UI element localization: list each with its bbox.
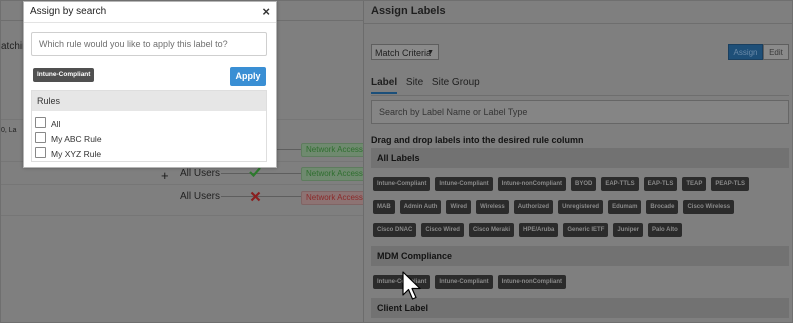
label-tabs: Label Site Site Group xyxy=(371,77,486,94)
assign-by-search-dialog: Assign by search × Which rule would you … xyxy=(23,1,277,168)
mouse-cursor-icon xyxy=(402,271,421,300)
label-tag[interactable]: Intune-nonCompliant xyxy=(497,177,566,191)
assign-mode-button[interactable]: Assign xyxy=(728,44,763,60)
section-mdm-compliance[interactable]: MDM Compliance xyxy=(371,246,789,266)
label-tag[interactable]: Intune-Compliant xyxy=(373,177,431,191)
label-tag[interactable]: Wireless xyxy=(476,200,509,214)
rules-list: Rules All My ABC Rule My XYZ Rule xyxy=(31,90,267,162)
label-tag[interactable]: Palo Alto xyxy=(648,223,682,237)
label-tag[interactable]: TEAP xyxy=(682,177,707,191)
background-small-label: 0, La xyxy=(1,127,17,134)
label-tag[interactable]: HPE/Aruba xyxy=(519,223,559,237)
label-tag[interactable]: Wired xyxy=(446,200,472,214)
rule-user: All Users xyxy=(180,168,221,179)
dialog-title: Assign by search xyxy=(30,6,107,17)
selected-label-tag: Intune-Compliant xyxy=(33,68,95,82)
label-tag[interactable]: Cisco DNAC xyxy=(373,223,417,237)
section-all-labels[interactable]: All Labels xyxy=(371,148,789,168)
assign-labels-panel: Assign Labels Match Criteria ▼ Assign Ed… xyxy=(363,1,792,322)
match-criteria-label: Match Criteria xyxy=(375,48,432,58)
label-row: Cisco DNAC Cisco Wired Cisco Meraki HPE/Aru… xyxy=(373,223,687,237)
tab-site[interactable]: Site xyxy=(406,77,423,88)
label-tag[interactable]: EAP-TLS xyxy=(643,177,678,191)
apply-button[interactable]: Apply xyxy=(230,67,266,86)
rule-user: All Users xyxy=(180,191,221,202)
label-row: Intune-Compliant Intune-Compliant Intune-n… xyxy=(373,177,754,191)
match-criteria-dropdown[interactable]: Match Criteria ▼ xyxy=(371,44,439,60)
label-tag[interactable]: BYOD xyxy=(570,177,597,191)
label-tag[interactable]: Authorized xyxy=(513,200,554,214)
checkbox[interactable] xyxy=(35,147,46,158)
label-tag[interactable]: Unregistered xyxy=(558,200,604,214)
label-tag[interactable]: Cisco Wireless xyxy=(683,200,735,214)
edit-mode-button[interactable]: Edit xyxy=(763,44,789,60)
label-tag[interactable]: Admin Auth xyxy=(399,200,442,214)
label-tag[interactable]: Juniper xyxy=(613,223,644,237)
tab-label[interactable]: Label xyxy=(371,77,398,94)
label-tag[interactable]: Intune-Compliant xyxy=(435,177,493,191)
rule-search-input[interactable]: Which rule would you like to apply this … xyxy=(31,32,267,56)
label-row: MAB Admin Auth Wired Wireless Authorized Unre… xyxy=(373,200,739,214)
panel-title: Assign Labels xyxy=(371,5,446,17)
label-tag[interactable]: Intune-Compliant xyxy=(435,275,493,289)
rule-option-my-abc-rule[interactable]: My ABC Rule xyxy=(35,132,102,144)
rule-option-all[interactable]: All xyxy=(35,117,60,129)
label-tag[interactable]: Brocade xyxy=(646,200,679,214)
rule-action-badge: Network Access De xyxy=(301,191,369,205)
label-search-input[interactable]: Search by Label Name or Label Type xyxy=(371,100,789,124)
tab-site-group[interactable]: Site Group xyxy=(432,77,480,88)
rule-action-badge: Network Access Al xyxy=(301,143,369,157)
checkbox[interactable] xyxy=(35,117,46,128)
label-tag[interactable]: EAP-TTLS xyxy=(601,177,639,191)
rules-header: Rules xyxy=(32,91,266,111)
deny-x-icon xyxy=(250,191,261,202)
label-tag[interactable]: Intune-nonCompliant xyxy=(497,275,566,289)
caret-down-icon: ▼ xyxy=(427,49,434,56)
label-tag[interactable]: Generic IETF xyxy=(563,223,609,237)
label-tag[interactable]: Edumam xyxy=(608,200,642,214)
label-tag[interactable]: Cisco Meraki xyxy=(468,223,514,237)
section-client-label[interactable]: Client Label xyxy=(371,298,789,318)
label-tag[interactable]: Cisco Wired xyxy=(421,223,464,237)
rule-action-badge: Network Access Al xyxy=(301,167,369,181)
checkbox[interactable] xyxy=(35,132,46,143)
label-tag[interactable]: MAB xyxy=(373,200,395,214)
close-icon[interactable]: × xyxy=(262,4,270,20)
app-window: atchin 0, La Network Access Al + All Use… xyxy=(0,0,793,323)
add-icon[interactable]: + xyxy=(161,168,169,183)
drag-drop-hint: Drag and drop labels into the desired ru… xyxy=(371,135,584,145)
rule-option-my-xyz-rule[interactable]: My XYZ Rule xyxy=(35,147,101,159)
label-tag[interactable]: PEAP-TLS xyxy=(711,177,750,191)
